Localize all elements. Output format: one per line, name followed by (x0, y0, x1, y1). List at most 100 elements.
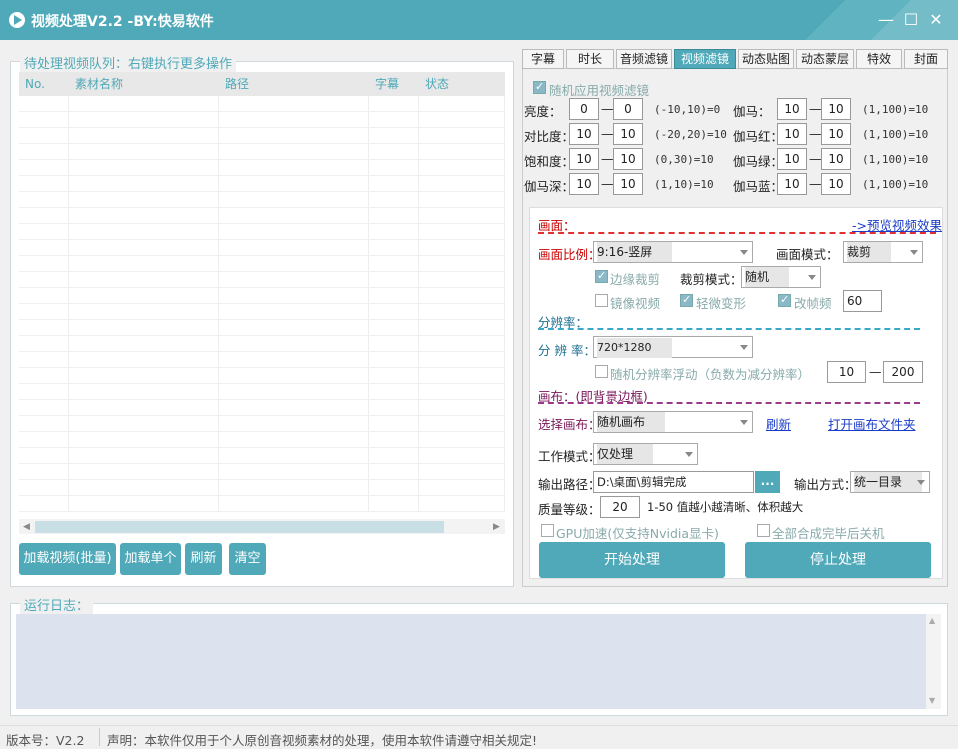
crop-mode-select[interactable]: 随机 (741, 266, 821, 288)
fps-input[interactable]: 60 (843, 290, 882, 312)
edge-crop-checkbox[interactable] (595, 269, 608, 283)
browse-button[interactable]: ... (755, 471, 780, 493)
table-row[interactable] (19, 112, 505, 128)
tab-cover[interactable]: 封面 (904, 49, 948, 69)
tab-effects[interactable]: 特效 (856, 49, 902, 69)
table-row[interactable] (19, 448, 505, 464)
table-row[interactable] (19, 288, 505, 304)
gamma-red-max-input[interactable]: 10 (821, 123, 851, 145)
gamma-max-input[interactable]: 10 (821, 98, 851, 120)
table-row[interactable] (19, 176, 505, 192)
gamma-green-max-input[interactable]: 10 (821, 148, 851, 170)
tab-video-filter[interactable]: 视频滤镜 (674, 49, 736, 69)
gamma-red-min-input[interactable]: 10 (777, 123, 807, 145)
saturation-min-input[interactable]: 10 (569, 148, 599, 170)
open-canvas-folder-link[interactable]: 打开画布文件夹 (828, 414, 916, 433)
table-row[interactable] (19, 432, 505, 448)
resolution-select[interactable]: 720*1280 (593, 336, 753, 358)
shutdown-checkbox[interactable] (757, 524, 770, 537)
table-row[interactable] (19, 96, 505, 112)
brightness-max-input[interactable]: 0 (613, 98, 643, 120)
mirror-checkbox[interactable] (595, 294, 608, 307)
log-scrollbar[interactable]: ▲ ▼ (926, 614, 941, 709)
start-button[interactable]: 开始处理 (539, 542, 725, 578)
table-cell (69, 480, 219, 495)
horizontal-scrollbar[interactable]: ◀ ▶ (19, 519, 505, 534)
stop-button[interactable]: 停止处理 (745, 542, 931, 578)
random-resolution-checkbox[interactable] (595, 365, 608, 378)
table-row[interactable] (19, 400, 505, 416)
table-row[interactable] (19, 368, 505, 384)
table-row[interactable] (19, 320, 505, 336)
gamma-blue-max-input[interactable]: 10 (821, 173, 851, 195)
load-single-button[interactable]: 加载单个 (120, 543, 181, 575)
work-mode-select[interactable]: 仅处理 (593, 443, 698, 465)
table-row[interactable] (19, 240, 505, 256)
gamma-deep-max-input[interactable]: 10 (613, 173, 643, 195)
table-row[interactable] (19, 272, 505, 288)
gamma-min-input[interactable]: 10 (777, 98, 807, 120)
output-path-input[interactable]: D:\桌面\剪辑完成 (593, 471, 754, 493)
table-row[interactable] (19, 416, 505, 432)
maximize-button[interactable]: ☐ (902, 11, 920, 29)
table-row[interactable] (19, 192, 505, 208)
load-batch-button[interactable]: 加载视频(批量) (19, 543, 116, 575)
resolution-float-min-input[interactable]: 10 (827, 361, 866, 383)
refresh-button[interactable]: 刷新 (185, 543, 222, 575)
scrollbar-thumb[interactable] (35, 521, 444, 533)
table-row[interactable] (19, 496, 505, 512)
gpu-checkbox[interactable] (541, 524, 554, 537)
tab-dynamic-mask[interactable]: 动态蒙层 (796, 49, 854, 69)
table-row[interactable] (19, 304, 505, 320)
gamma-green-min-input[interactable]: 10 (777, 148, 807, 170)
slight-deform-checkbox[interactable] (680, 293, 693, 307)
tab-dynamic-sticker[interactable]: 动态贴图 (738, 49, 794, 69)
tab-audio-filter[interactable]: 音频滤镜 (616, 49, 672, 69)
saturation-max-input[interactable]: 10 (613, 148, 643, 170)
table-row[interactable] (19, 208, 505, 224)
gamma-blue-min-input[interactable]: 10 (777, 173, 807, 195)
gamma-deep-min-input[interactable]: 10 (569, 173, 599, 195)
close-button[interactable]: ✕ (927, 11, 945, 29)
queue-label: 待处理视频队列：右键执行更多操作 (20, 53, 237, 72)
scroll-left-icon[interactable]: ◀ (23, 522, 30, 532)
resolution-float-max-input[interactable]: 200 (883, 361, 923, 383)
col-no[interactable]: No. (19, 72, 69, 96)
tab-duration[interactable]: 时长 (566, 49, 614, 69)
table-row[interactable] (19, 384, 505, 400)
output-method-select[interactable]: 统一目录 (850, 471, 930, 493)
table-row[interactable] (19, 336, 505, 352)
mode-select[interactable]: 裁剪 (843, 241, 923, 263)
col-path[interactable]: 路径 (219, 72, 369, 96)
col-name[interactable]: 素材名称 (69, 72, 219, 96)
col-subtitle[interactable]: 字幕 (369, 72, 419, 96)
scroll-up-icon[interactable]: ▲ (929, 616, 935, 625)
canvas-select[interactable]: 随机画布 (593, 411, 753, 433)
ratio-select[interactable]: 9:16-竖屏 (593, 241, 753, 263)
table-row[interactable] (19, 128, 505, 144)
col-status[interactable]: 状态 (419, 72, 499, 96)
table-row[interactable] (19, 256, 505, 272)
quality-input[interactable]: 20 (600, 496, 640, 518)
change-fps-checkbox[interactable] (778, 293, 791, 307)
scroll-down-icon[interactable]: ▼ (929, 696, 935, 705)
queue-table[interactable]: No. 素材名称 路径 字幕 状态 (19, 72, 505, 520)
brightness-label: 亮度： (524, 104, 562, 119)
table-row[interactable] (19, 480, 505, 496)
random-filter-checkbox[interactable] (533, 80, 546, 94)
clear-button[interactable]: 清空 (229, 543, 266, 575)
contrast-max-input[interactable]: 10 (613, 123, 643, 145)
tab-subtitle[interactable]: 字幕 (522, 49, 564, 69)
canvas-refresh-link[interactable]: 刷新 (766, 414, 791, 433)
table-row[interactable] (19, 224, 505, 240)
table-row[interactable] (19, 144, 505, 160)
minimize-button[interactable]: — (877, 11, 895, 29)
log-textarea[interactable] (16, 614, 926, 709)
table-row[interactable] (19, 352, 505, 368)
contrast-min-input[interactable]: 10 (569, 123, 599, 145)
scroll-right-icon[interactable]: ▶ (493, 522, 500, 532)
table-body[interactable] (19, 96, 505, 512)
table-row[interactable] (19, 160, 505, 176)
brightness-min-input[interactable]: 0 (569, 98, 599, 120)
table-row[interactable] (19, 464, 505, 480)
